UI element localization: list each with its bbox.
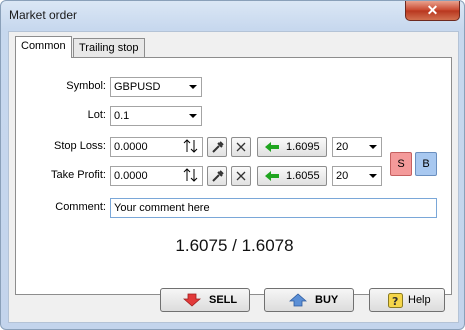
eyedropper-icon xyxy=(212,170,224,182)
eyedropper-icon xyxy=(212,141,224,153)
chevron-down-icon xyxy=(369,174,377,178)
help-icon: ? xyxy=(388,293,403,308)
buy-button[interactable]: BUY xyxy=(264,288,354,312)
common-tab-panel: Symbol: GBPUSD Lot: 0.1 Stop Loss: 0.000… xyxy=(15,57,452,295)
takeprofit-pick-button[interactable] xyxy=(207,166,227,186)
stoploss-label: Stop Loss: xyxy=(54,140,106,152)
comment-label: Comment: xyxy=(55,201,106,213)
close-icon xyxy=(236,171,246,181)
sell-button-label: SELL xyxy=(209,294,238,306)
arrow-down-icon xyxy=(183,293,201,307)
window-title: Market order xyxy=(9,8,78,22)
arrow-up-icon xyxy=(289,293,307,307)
chevron-down-icon xyxy=(369,145,377,149)
stoploss-points-select[interactable]: 20 xyxy=(332,137,382,157)
symbol-label: Symbol: xyxy=(66,80,106,92)
stoploss-price-value: 1.6095 xyxy=(286,141,320,153)
dialog-client-area: Common Trailing stop Symbol: GBPUSD Lot:… xyxy=(8,31,459,323)
close-button[interactable]: ✕ xyxy=(405,1,460,21)
lot-value: 0.1 xyxy=(114,110,130,122)
lot-label: Lot: xyxy=(87,109,106,121)
stoploss-price-button[interactable]: 1.6095 xyxy=(257,137,327,157)
buy-side-toggle[interactable]: B xyxy=(415,152,437,176)
close-icon xyxy=(236,142,246,152)
spin-updown-icon xyxy=(183,168,198,182)
help-button[interactable]: ? Help xyxy=(369,288,445,312)
arrow-left-icon xyxy=(265,142,279,152)
takeprofit-points-value: 20 xyxy=(336,170,349,182)
tab-common[interactable]: Common xyxy=(15,36,72,58)
takeprofit-points-select[interactable]: 20 xyxy=(332,166,382,186)
stoploss-points-value: 20 xyxy=(336,141,349,153)
stoploss-clear-button[interactable] xyxy=(231,137,251,157)
takeprofit-label: Take Profit: xyxy=(50,169,106,181)
tab-trailing-stop[interactable]: Trailing stop xyxy=(73,38,145,57)
symbol-select[interactable]: GBPUSD xyxy=(110,77,202,97)
takeprofit-price-button[interactable]: 1.6055 xyxy=(257,166,327,186)
sell-button[interactable]: SELL xyxy=(160,288,250,312)
svg-text:?: ? xyxy=(392,295,398,308)
symbol-value: GBPUSD xyxy=(114,81,161,93)
lot-select[interactable]: 0.1 xyxy=(110,106,202,126)
stoploss-pick-button[interactable] xyxy=(207,137,227,157)
takeprofit-price-value: 1.6055 xyxy=(286,170,320,182)
spin-updown-icon xyxy=(183,139,198,153)
takeprofit-spin-button[interactable] xyxy=(182,167,202,185)
title-bar[interactable]: Market order ✕ xyxy=(1,1,464,31)
market-order-window: Market order ✕ Common Trailing stop Symb… xyxy=(0,0,465,330)
close-icon: ✕ xyxy=(426,2,439,18)
takeprofit-clear-button[interactable] xyxy=(231,166,251,186)
stoploss-spin-button[interactable] xyxy=(182,138,202,156)
arrow-left-icon xyxy=(265,171,279,181)
chevron-down-icon xyxy=(189,85,197,89)
comment-input[interactable]: Your comment here xyxy=(110,198,437,218)
bid-ask-quote: 1.6075 / 1.6078 xyxy=(175,236,294,255)
sell-side-toggle[interactable]: S xyxy=(390,152,412,176)
chevron-down-icon xyxy=(189,114,197,118)
buy-button-label: BUY xyxy=(315,294,339,306)
help-button-label: Help xyxy=(408,294,431,306)
